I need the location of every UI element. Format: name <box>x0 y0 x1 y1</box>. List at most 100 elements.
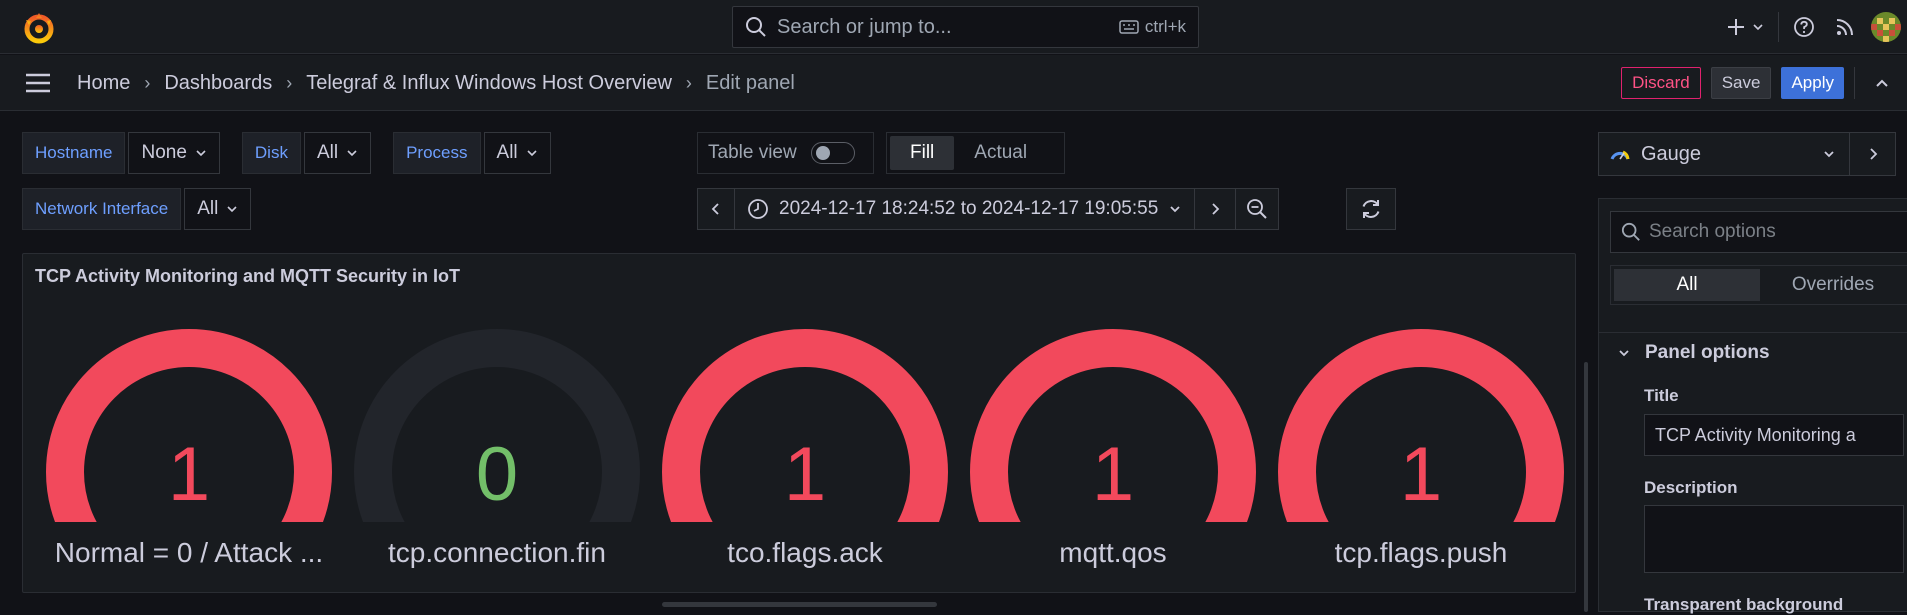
gauge-label: tcp.connection.fin <box>388 537 606 568</box>
variable-value: None <box>141 142 187 163</box>
vertical-scrollbar[interactable] <box>1584 362 1588 612</box>
description-textarea[interactable] <box>1644 505 1904 573</box>
help-icon <box>1794 17 1814 37</box>
gauge-label: mqtt.qos <box>1059 537 1167 568</box>
breadcrumb: Home › Dashboards › Telegraf & Influx Wi… <box>77 55 795 111</box>
options-pane: Search options All Overrides Panel optio… <box>1598 198 1907 614</box>
transparent-background-label: Transparent background <box>1644 595 1844 614</box>
title-field-label: Title <box>1644 386 1679 405</box>
keyboard-shortcut: ctrl+k <box>1119 17 1186 37</box>
divider <box>1854 67 1855 99</box>
gauge-value: 1 <box>1399 432 1443 517</box>
user-avatar[interactable] <box>1871 12 1901 42</box>
gauge: 1 tco.flags.ack <box>651 322 959 582</box>
time-forward-button[interactable] <box>1194 188 1237 230</box>
news-button[interactable] <box>1835 17 1855 37</box>
clock-icon <box>748 199 768 219</box>
time-range-button[interactable]: 2024-12-17 18:24:52 to 2024-12-17 19:05:… <box>734 188 1196 230</box>
time-picker: 2024-12-17 18:24:52 to 2024-12-17 19:05:… <box>697 188 1280 230</box>
description-field-label: Description <box>1644 478 1738 497</box>
search-placeholder: Search or jump to... <box>777 15 952 38</box>
section-title: Panel options <box>1645 342 1770 363</box>
options-search-input[interactable]: Search options <box>1610 211 1907 253</box>
gauge-icon <box>1610 150 1630 160</box>
help-button[interactable] <box>1793 16 1815 38</box>
keyboard-icon <box>1119 20 1139 34</box>
tab-overrides[interactable]: Overrides <box>1760 269 1906 301</box>
refresh-icon <box>1362 200 1380 218</box>
gauge: 1 tcp.flags.push <box>1267 322 1575 582</box>
variable-value: All <box>496 142 518 163</box>
gauge-row: 1 Normal = 0 / Attack ... 0 tcp.connection.… <box>23 322 1577 582</box>
fill-actual-radio-group: Fill Actual <box>886 132 1065 174</box>
collapse-header-button[interactable] <box>1867 68 1897 98</box>
chevron-left-icon <box>711 203 719 215</box>
chevron-right-icon <box>1212 203 1220 215</box>
variable-value: All <box>316 142 339 163</box>
variable-select-disk[interactable]: All <box>303 132 372 174</box>
actual-option[interactable]: Actual <box>954 136 1047 170</box>
options-tabs: All Overrides <box>1610 265 1907 305</box>
top-bar: Search or jump to... ctrl+k <box>0 0 1907 54</box>
gauge-value: 1 <box>783 432 827 517</box>
save-button[interactable]: Save <box>1710 67 1772 99</box>
search-bar[interactable]: Search or jump to... ctrl+k <box>732 6 1199 48</box>
chevron-down-icon <box>527 150 537 157</box>
variables-row: Network Interface All <box>22 188 252 230</box>
variables-row: Hostname None Disk All Process All <box>22 132 551 174</box>
chevron-up-icon <box>1876 79 1888 87</box>
table-view-toggle-group: Table view <box>697 132 874 174</box>
variable-label-hostname: Hostname <box>22 132 126 174</box>
variable-label-process: Process <box>393 132 481 174</box>
gauge-label: tco.flags.ack <box>727 537 883 568</box>
chevron-right-icon <box>1869 148 1877 160</box>
breadcrumb-dashboard[interactable]: Telegraf & Influx Windows Host Overview <box>306 72 672 95</box>
fill-option[interactable]: Fill <box>890 136 955 170</box>
variable-label-disk: Disk <box>241 132 301 174</box>
discard-button[interactable]: Discard <box>1621 67 1701 99</box>
panel-options-section-header[interactable]: Panel options <box>1617 342 1770 364</box>
variable-select-hostname[interactable]: None <box>128 132 220 174</box>
search-icon <box>1621 222 1640 241</box>
variable-select-process[interactable]: All <box>483 132 551 174</box>
shortcut-text: ctrl+k <box>1144 17 1186 36</box>
chevron-down-icon <box>227 206 237 213</box>
horizontal-splitter[interactable] <box>662 602 937 607</box>
divider <box>1778 12 1779 42</box>
table-view-label: Table view <box>708 142 797 163</box>
refresh-button[interactable] <box>1346 188 1396 230</box>
variable-select-network-interface[interactable]: All <box>184 188 252 230</box>
new-menu-button[interactable] <box>1726 17 1764 37</box>
chevron-down-icon <box>1619 350 1629 357</box>
chevron-down-icon <box>1170 206 1180 213</box>
zoom-out-icon <box>1247 199 1267 219</box>
gauge: 0 tcp.connection.fin <box>343 322 651 582</box>
table-view-switch[interactable] <box>810 142 855 164</box>
zoom-out-button[interactable] <box>1235 188 1280 230</box>
gauge-value: 1 <box>167 432 211 517</box>
collapse-options-button[interactable] <box>1849 133 1895 175</box>
plus-icon <box>1728 19 1744 35</box>
gauge-label: tcp.flags.push <box>1334 537 1508 568</box>
chevron-down-icon <box>347 150 357 157</box>
chevron-down-icon <box>1809 147 1849 161</box>
breadcrumb-dashboards[interactable]: Dashboards <box>164 72 272 95</box>
tab-all[interactable]: All <box>1614 269 1760 301</box>
search-icon <box>746 17 766 37</box>
panel-title: TCP Activity Monitoring and MQTT Securit… <box>35 266 461 286</box>
visualization-name: Gauge <box>1641 142 1702 165</box>
apply-button[interactable]: Apply <box>1781 67 1844 99</box>
chevron-right-icon: › <box>144 72 151 93</box>
breadcrumb-home[interactable]: Home <box>77 72 130 95</box>
title-input[interactable]: TCP Activity Monitoring a <box>1644 414 1904 456</box>
visualization-picker[interactable]: Gauge <box>1598 132 1896 176</box>
gauge-value: 1 <box>1091 432 1135 517</box>
breadcrumb-current: Edit panel <box>705 71 795 94</box>
chevron-down-icon <box>196 150 206 157</box>
variable-value: All <box>197 198 219 219</box>
divider <box>1599 332 1907 333</box>
gauge: 1 Normal = 0 / Attack ... <box>35 322 343 582</box>
time-back-button[interactable] <box>697 188 735 230</box>
menu-icon[interactable] <box>24 71 52 95</box>
grafana-logo-icon[interactable] <box>22 11 56 45</box>
